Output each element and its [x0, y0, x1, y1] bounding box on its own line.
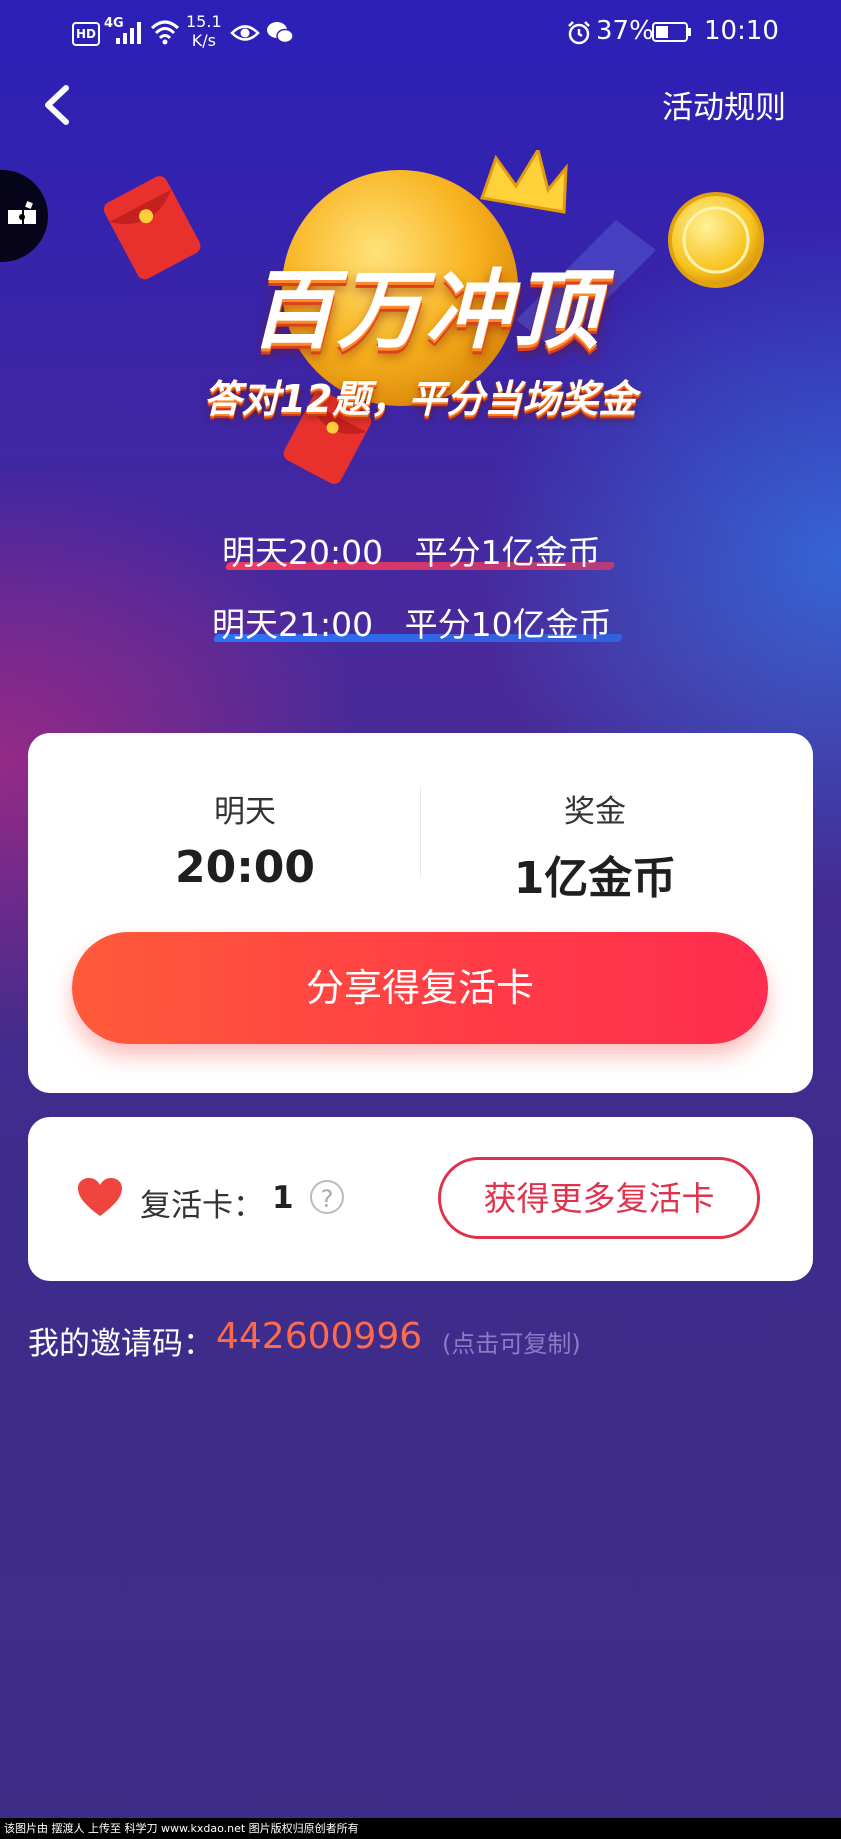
floating-side-tab[interactable] [0, 170, 48, 262]
schedule-prize: 平分10亿金币 [404, 605, 612, 644]
battery-icon [652, 22, 691, 42]
prize-label: 奖金 [564, 794, 626, 830]
next-game-day: 明天 [214, 794, 276, 830]
copy-hint: (点击可复制) [442, 1330, 581, 1358]
speed-unit: K/s [191, 31, 216, 50]
hero-subtitle: 答对12题，平分当场奖金 [203, 377, 637, 421]
network-speed: 15.1 K/s [186, 12, 222, 50]
signal-icon [116, 22, 141, 44]
next-game-time: 20:00 [174, 842, 316, 893]
alarm-icon [568, 21, 590, 45]
battery-percent: 37% [596, 16, 654, 46]
prize-value: 1亿金币 [513, 853, 677, 904]
card-divider [420, 787, 421, 877]
speed-value: 15.1 [186, 12, 222, 31]
wechat-icon [267, 22, 294, 44]
clock: 10:10 [704, 16, 779, 46]
hd-badge: HD [72, 22, 100, 46]
watermark-footer: 该图片由 摆渡人 上传至 科学刀 www.kxdao.net 图片版权归原创者所… [0, 1818, 841, 1839]
invite-code-label: 我的邀请码： [28, 1326, 214, 1362]
puzzle-icon [8, 201, 36, 224]
heart-icon [78, 1178, 122, 1216]
wifi-icon [150, 20, 180, 45]
schedule-prize: 平分1亿金币 [414, 533, 601, 572]
schedule-time: 明天20:00 [222, 533, 384, 572]
help-icon[interactable]: ? [310, 1180, 344, 1214]
back-arrow-icon[interactable] [40, 84, 74, 126]
activity-rules-link[interactable]: 活动规则 [662, 82, 786, 127]
invite-code[interactable]: 442600996 [216, 1316, 422, 1357]
eye-icon [230, 25, 260, 41]
revive-card-count: 1 [272, 1180, 294, 1216]
revive-card-label: 复活卡： [140, 1188, 264, 1224]
status-bar: HD 4G 15.1 K/s 37% 10:10 [0, 0, 841, 66]
schedule-line-1: 明天20:00 平分1亿金币 [222, 526, 601, 574]
share-revive-card-button[interactable]: 分享得复活卡 [72, 932, 768, 1044]
schedule-time: 明天21:00 [212, 605, 374, 644]
get-more-revive-cards-button[interactable]: 获得更多复活卡 [438, 1157, 760, 1239]
hero-title: 百万冲顶 [249, 261, 601, 361]
schedule-line-2: 明天21:00 平分10亿金币 [212, 598, 612, 646]
